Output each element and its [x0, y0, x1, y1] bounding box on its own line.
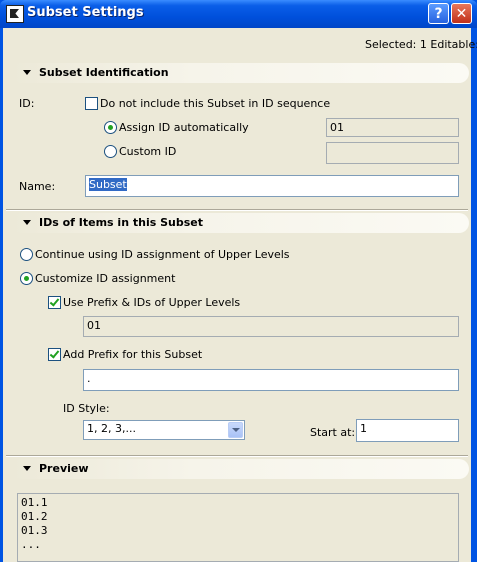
divider — [6, 455, 468, 457]
id-style-label: ID Style: — [63, 402, 110, 415]
id-style-value: 1, 2, 3,... — [87, 422, 136, 435]
custom-id-field[interactable] — [326, 142, 459, 164]
collapse-triangle-icon — [23, 466, 31, 471]
preview-line: 01.3 — [21, 524, 48, 537]
id-style-select[interactable]: 1, 2, 3,... — [83, 420, 245, 440]
preview-line: ... — [21, 538, 41, 551]
name-input-value: Subset — [89, 178, 127, 191]
preview-line: 01.2 — [21, 510, 48, 523]
assign-id-automatically-radio[interactable] — [104, 121, 117, 134]
continue-upper-levels-radio[interactable] — [20, 248, 33, 261]
close-button[interactable]: ✕ — [451, 3, 472, 24]
add-prefix-label[interactable]: Add Prefix for this Subset — [63, 348, 202, 361]
add-prefix-checkbox[interactable] — [48, 348, 61, 361]
dialog-window: Subset Settings ? ✕ Selected: 1 Editable… — [0, 0, 477, 562]
section-ids-of-items[interactable]: IDs of Items in this Subset — [11, 213, 469, 233]
continue-upper-levels-label[interactable]: Continue using ID assignment of Upper Le… — [35, 248, 290, 261]
start-at-label: Start at: — [310, 426, 356, 439]
start-at-input[interactable]: 1 — [356, 419, 459, 442]
section-heading: Preview — [39, 462, 89, 475]
divider — [6, 209, 468, 211]
custom-id-label[interactable]: Custom ID — [119, 145, 176, 158]
section-heading: Subset Identification — [39, 66, 169, 79]
collapse-triangle-icon — [23, 220, 31, 225]
customize-id-label[interactable]: Customize ID assignment — [35, 272, 175, 285]
auto-id-field: 01 — [326, 118, 459, 137]
assign-id-automatically-label[interactable]: Assign ID automatically — [119, 121, 249, 134]
chevron-down-icon[interactable] — [228, 422, 243, 438]
custom-id-radio[interactable] — [104, 145, 117, 158]
id-label: ID: — [19, 97, 35, 110]
section-heading: IDs of Items in this Subset — [39, 216, 203, 229]
exclude-from-sequence-checkbox[interactable] — [85, 97, 98, 110]
name-label: Name: — [19, 180, 56, 193]
window-title: Subset Settings — [27, 5, 144, 20]
customize-id-radio[interactable] — [20, 272, 33, 285]
help-button[interactable]: ? — [428, 3, 449, 24]
title-bar[interactable]: Subset Settings ? ✕ — [0, 0, 477, 28]
preview-box: 01.1 01.2 01.3 ... — [17, 493, 459, 562]
selection-status: Selected: 1 Editable: 1 — [365, 38, 477, 51]
section-preview[interactable]: Preview — [11, 459, 469, 479]
preview-line: 01.1 — [21, 496, 48, 509]
dialog-body: Selected: 1 Editable: 1 Subset Identific… — [3, 28, 477, 562]
app-icon — [6, 5, 24, 23]
upper-level-prefix-field: 01 — [83, 316, 459, 337]
section-subset-identification[interactable]: Subset Identification — [11, 63, 469, 83]
use-prefix-label[interactable]: Use Prefix & IDs of Upper Levels — [63, 296, 240, 309]
use-prefix-checkbox[interactable] — [48, 296, 61, 309]
name-input[interactable]: Subset — [85, 175, 459, 197]
subset-prefix-input[interactable]: . — [83, 369, 459, 391]
collapse-triangle-icon — [23, 70, 31, 75]
exclude-from-sequence-label[interactable]: Do not include this Subset in ID sequenc… — [100, 97, 330, 110]
